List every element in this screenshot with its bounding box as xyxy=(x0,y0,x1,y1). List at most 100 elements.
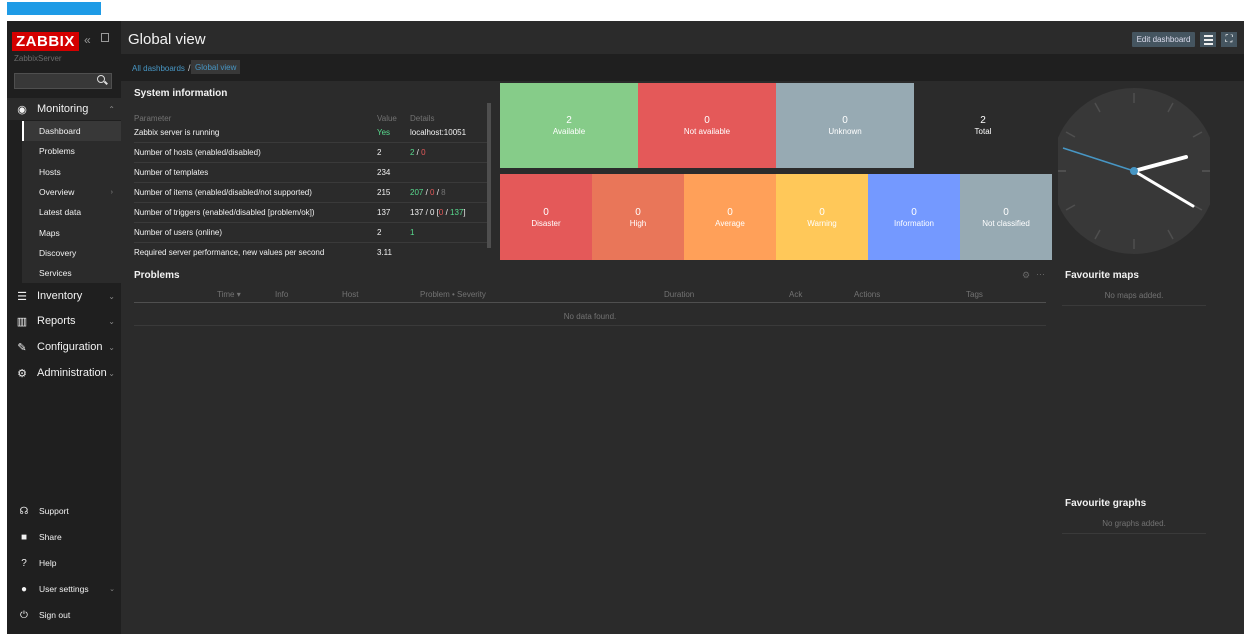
sidebar-item-discovery[interactable]: Discovery xyxy=(22,242,121,264)
breadcrumb-current[interactable]: Global view xyxy=(191,60,241,74)
row-details: 1 xyxy=(410,228,415,237)
table-row: Number of users (online) 2 1 xyxy=(134,223,489,243)
sidebar-item-maps[interactable]: Maps xyxy=(22,222,121,243)
column-header: Host xyxy=(342,290,359,299)
tile-count: 0 xyxy=(1003,206,1009,218)
severity-disaster[interactable]: 0 Disaster xyxy=(500,174,592,260)
tile-count: 2 xyxy=(566,115,572,126)
tile-label: Not classified xyxy=(982,218,1030,228)
sidebar-item-latest-data[interactable]: Latest data xyxy=(22,202,121,223)
clock-face-icon xyxy=(1051,88,1217,254)
severity-not-classified[interactable]: 0 Not classified xyxy=(960,174,1052,260)
nav-reports[interactable]: ▥ Reports ⌄ xyxy=(7,310,121,332)
edit-dashboard-button[interactable]: Edit dashboard xyxy=(1132,32,1195,47)
column-header: Problem • Severity xyxy=(420,290,486,299)
row-value: 215 xyxy=(377,188,391,197)
tile-label: High xyxy=(629,218,647,228)
severity-high[interactable]: 0 High xyxy=(592,174,684,260)
sidebar-item-label: Hosts xyxy=(39,166,61,177)
row-param: Zabbix server is running xyxy=(134,128,220,137)
power-icon: ⏻ xyxy=(20,609,28,621)
dashboard-menu-button[interactable] xyxy=(1200,32,1216,47)
table-row: Number of items (enabled/disabled/not su… xyxy=(134,183,489,203)
tile-label: Information xyxy=(893,218,935,228)
column-header: Parameter xyxy=(134,114,172,123)
eye-icon: ◉ xyxy=(17,103,27,116)
tile-count: 0 xyxy=(727,206,733,218)
chevron-down-icon: ⌄ xyxy=(108,291,115,301)
divider xyxy=(1062,533,1206,534)
favourite-graphs-widget: Favourite graphs No graphs added. xyxy=(1058,493,1210,634)
search-icon[interactable] xyxy=(97,75,105,83)
zabbix-app: ZABBIX « ZabbixServer ◉ Monitoring ⌃ Das… xyxy=(7,21,1244,634)
tile-count: 0 xyxy=(819,206,825,218)
row-details: localhost:10051 xyxy=(410,128,467,137)
blue-tab-marker xyxy=(7,2,101,15)
severity-information[interactable]: 0 Information xyxy=(868,174,960,260)
scrollbar[interactable] xyxy=(487,103,491,248)
nav-sign-out-label: Sign out xyxy=(39,610,71,620)
nav-user-settings[interactable]: ● User settings ⌄ xyxy=(7,576,121,602)
nav-share[interactable]: ■ Share xyxy=(7,524,121,550)
sidebar-item-hosts[interactable]: Hosts xyxy=(22,161,121,182)
nav-administration[interactable]: ⚙ Administration ⌄ xyxy=(7,362,121,384)
wrench-icon: ✎ xyxy=(17,341,27,354)
row-value: 2 xyxy=(377,228,382,237)
nav-help[interactable]: ? Help xyxy=(7,550,121,576)
table-row: Number of hosts (enabled/disabled) 2 2 /… xyxy=(134,143,489,163)
kiosk-mode-icon[interactable] xyxy=(101,33,109,42)
tile-label: Total xyxy=(974,127,992,136)
host-availability-available[interactable]: 2 Available xyxy=(500,83,638,168)
nav-help-label: Help xyxy=(39,558,57,568)
detail-text: 137 / 0 [ xyxy=(410,208,439,217)
host-availability-total[interactable]: 2 Total xyxy=(914,83,1052,168)
headset-icon: ☊ xyxy=(19,505,29,517)
tile-count: 0 xyxy=(842,115,848,126)
sidebar-item-label: Services xyxy=(39,268,72,279)
gear-icon[interactable]: ⚙ xyxy=(1022,270,1030,281)
severity-warning[interactable]: 0 Warning xyxy=(776,174,868,260)
nav-sign-out[interactable]: ⏻ Sign out xyxy=(7,602,121,628)
host-availability-unknown[interactable]: 0 Unknown xyxy=(776,83,914,168)
table-row: Number of triggers (enabled/disabled [pr… xyxy=(134,203,489,223)
sidebar-item-dashboard[interactable]: Dashboard xyxy=(22,121,121,142)
divider xyxy=(134,302,1046,303)
nav-monitoring[interactable]: ◉ Monitoring ⌃ xyxy=(7,98,121,120)
chevron-down-icon: ⌄ xyxy=(108,316,115,326)
detail-disabled: 0 xyxy=(421,148,426,157)
fullscreen-icon[interactable]: ⛶ xyxy=(1221,32,1237,47)
sidebar-item-problems[interactable]: Problems xyxy=(22,141,121,162)
tile-count: 2 xyxy=(980,115,986,126)
sidebar-item-services[interactable]: Services xyxy=(22,263,121,284)
row-value: 137 xyxy=(377,208,391,217)
chevron-down-icon: ⌄ xyxy=(109,586,115,593)
row-value: Yes xyxy=(377,128,391,137)
row-param: Number of users (online) xyxy=(134,228,223,237)
list-icon: ☰ xyxy=(17,290,27,303)
nav-configuration[interactable]: ✎ Configuration ⌄ xyxy=(7,336,121,358)
nav-inventory[interactable]: ☰ Inventory ⌄ xyxy=(7,285,121,307)
nav-reports-label: Reports xyxy=(37,315,76,327)
sidebar-item-overview[interactable]: Overview › xyxy=(22,181,121,203)
column-header: Duration xyxy=(664,290,695,299)
tile-label: Warning xyxy=(807,218,837,228)
severity-average[interactable]: 0 Average xyxy=(684,174,776,260)
sidebar-item-label: Latest data xyxy=(39,207,82,218)
nav-administration-label: Administration xyxy=(37,367,107,379)
breadcrumb-all-dashboards[interactable]: All dashboards xyxy=(132,64,185,73)
widget-title: System information xyxy=(134,88,228,99)
collapse-sidebar-icon[interactable]: « xyxy=(84,33,91,47)
chevron-right-icon: › xyxy=(110,188,113,196)
clock-widget xyxy=(1051,83,1217,260)
user-icon: ● xyxy=(20,583,28,595)
tile-count: 0 xyxy=(543,206,549,218)
row-details: 137 / 0 [0 / 137] xyxy=(410,208,466,217)
column-header-time[interactable]: Time ▾ xyxy=(217,290,241,299)
host-availability-not-available[interactable]: 0 Not available xyxy=(638,83,776,168)
nav-monitoring-label: Monitoring xyxy=(37,103,89,115)
zabbix-logo[interactable]: ZABBIX xyxy=(12,32,79,51)
nav-support[interactable]: ☊ Support xyxy=(7,498,121,524)
sidebar-item-label: Problems xyxy=(39,146,75,157)
more-icon[interactable]: ⋯ xyxy=(1036,269,1045,280)
tile-label: Disaster xyxy=(531,218,561,228)
